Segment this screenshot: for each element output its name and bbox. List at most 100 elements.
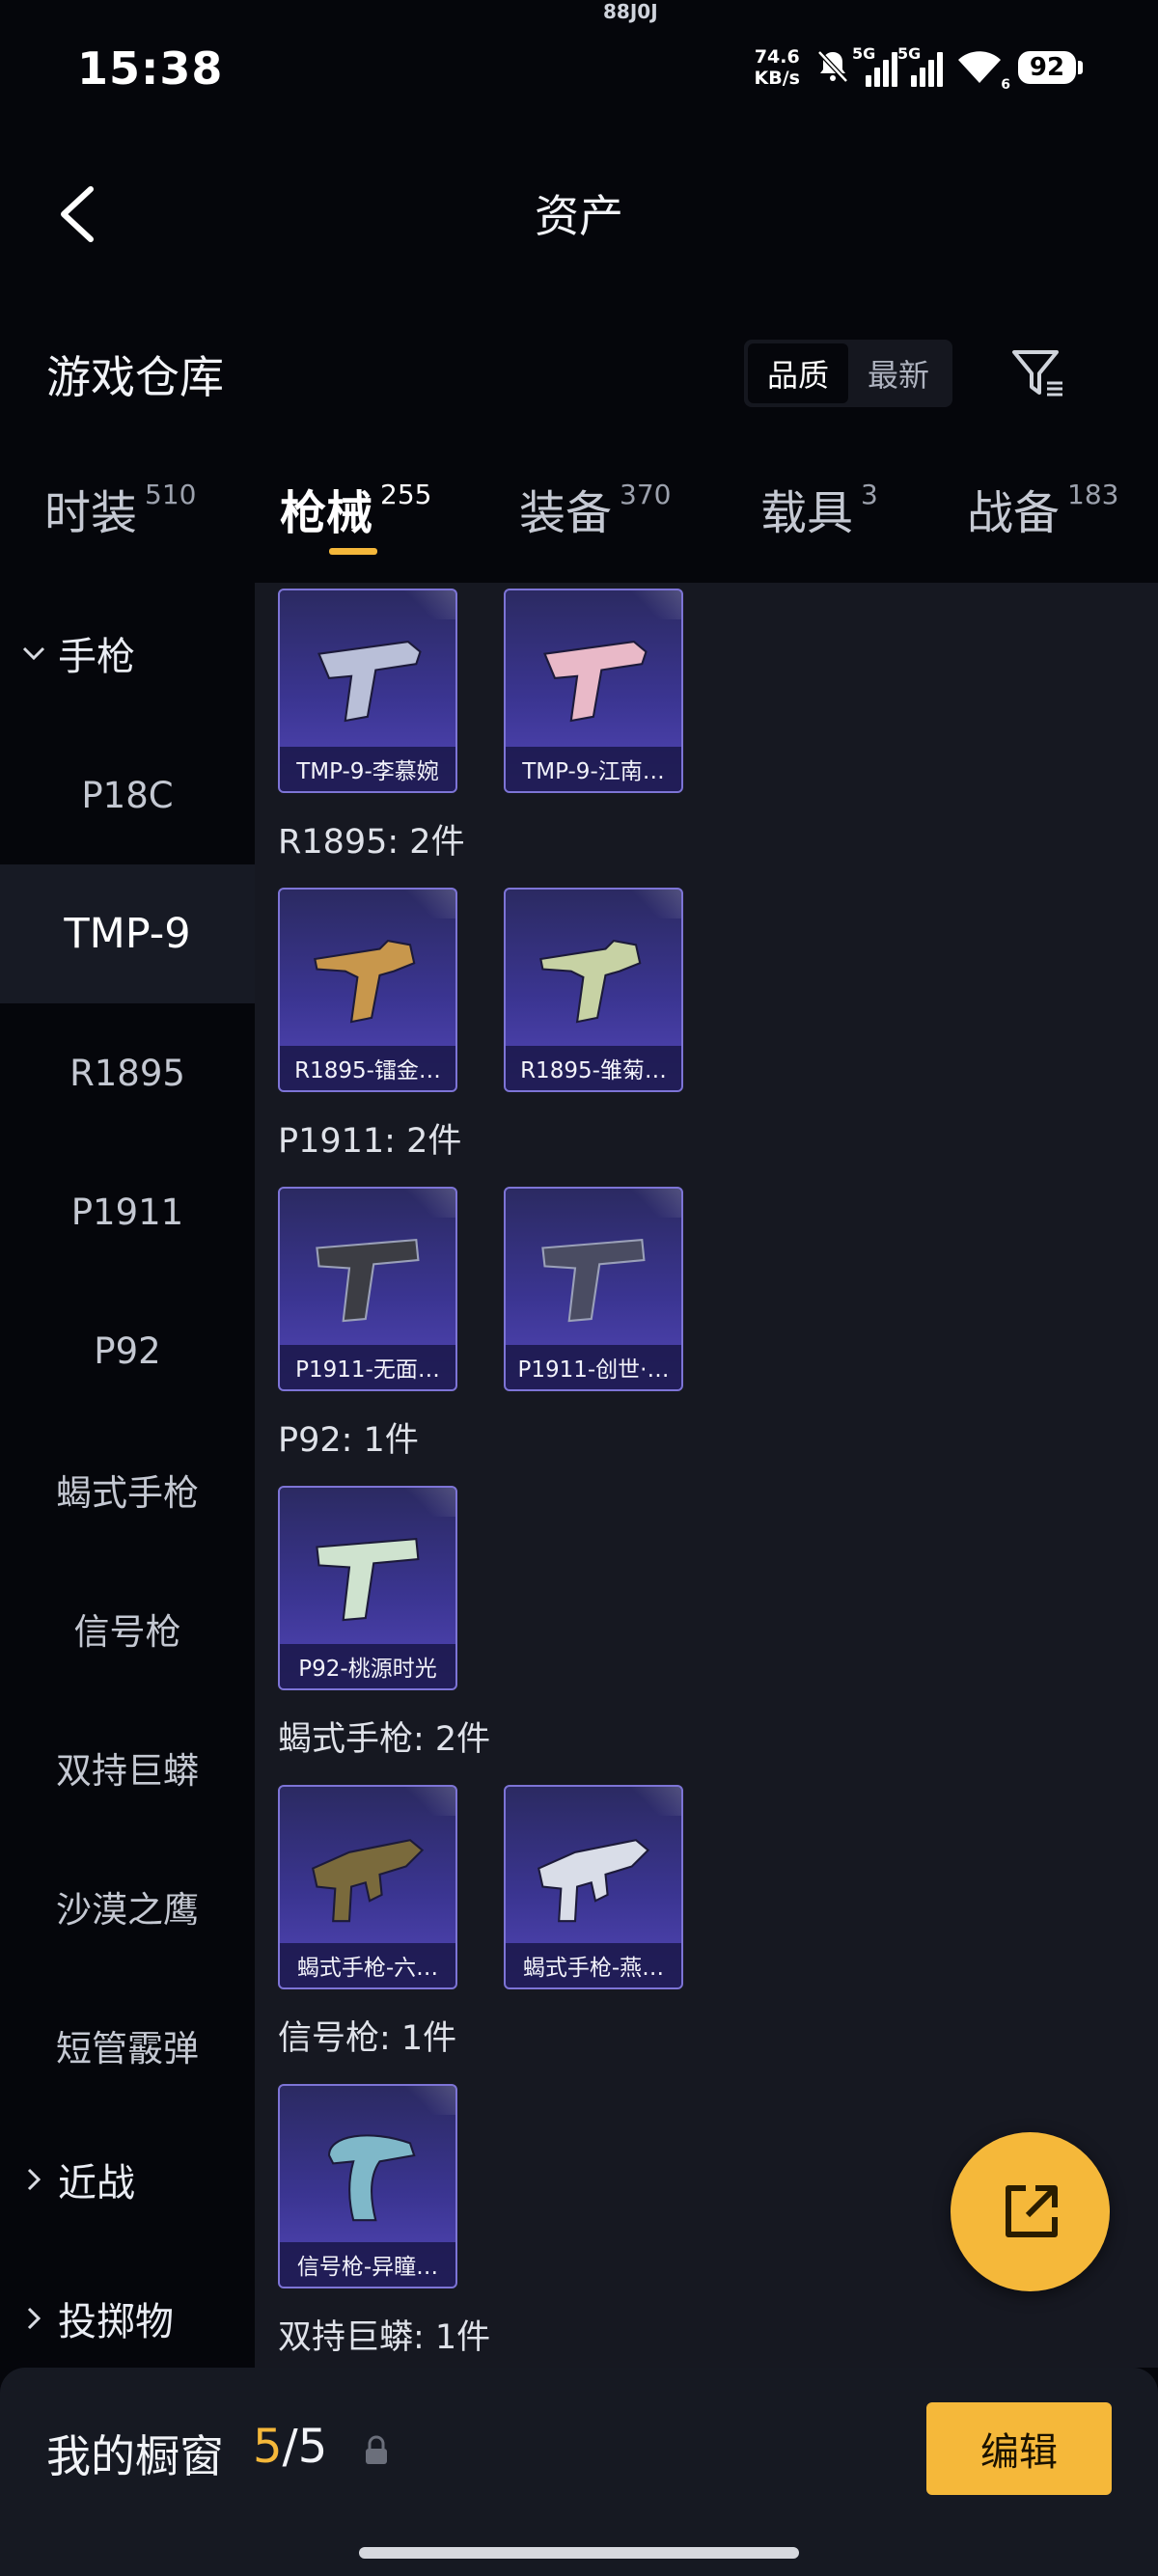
tab-label: 载具	[760, 486, 854, 540]
tab-count: 183	[1067, 479, 1119, 510]
sidebar-item-p1911[interactable]: P1911	[0, 1142, 255, 1281]
sidebar-item-sawed-off[interactable]: 短管霰弹	[0, 1976, 255, 2115]
item-name: TMP-9-江南…	[522, 759, 665, 784]
chevron-down-icon	[19, 639, 48, 668]
sort-quality-option[interactable]: 品质	[748, 343, 848, 403]
sidebar-item-p92[interactable]: P92	[0, 1281, 255, 1420]
sidebar-group-melee[interactable]: 近战	[0, 2126, 255, 2233]
tab-label: 装备	[519, 486, 613, 540]
item-card[interactable]: 信号枪-异瞳…	[278, 2084, 457, 2288]
category-tabs: 时装 510 枪械 255 装备 370 载具 3 战备 183	[0, 463, 1158, 569]
filter-button[interactable]	[1004, 340, 1071, 407]
item-card[interactable]: TMP-9-李慕婉	[278, 589, 457, 793]
item-name: R1895-镭金…	[294, 1058, 441, 1083]
pistol-icon	[316, 1537, 420, 1622]
showcase-separator: /	[282, 2420, 298, 2474]
sidebar-group-pistol[interactable]: 手枪	[0, 600, 255, 706]
item-card[interactable]: P1911-创世·…	[504, 1187, 683, 1391]
warehouse-title: 游戏仓库	[46, 351, 224, 403]
item-card[interactable]: 蝎式手枪-六…	[278, 1785, 457, 1989]
item-card[interactable]: P1911-无面…	[278, 1187, 457, 1391]
flare-gun-icon	[327, 2134, 416, 2222]
tab-firearms[interactable]: 枪械 255	[280, 475, 431, 542]
showcase-count: 5/5	[253, 2420, 327, 2474]
filter-icon	[1012, 350, 1062, 397]
status-bar: 88J0J 15:38 74.6 KB/s 5G 5G 6 92	[0, 0, 1158, 135]
tab-vehicles[interactable]: 载具 3	[760, 475, 878, 542]
revolver-icon	[314, 939, 416, 1024]
lock-icon	[366, 2435, 387, 2464]
showcase-bar: 我的橱窗 5/5 编辑	[0, 2368, 1158, 2576]
tab-fashion[interactable]: 时装 510	[44, 475, 196, 542]
page-header: 资产	[0, 154, 1158, 270]
item-name: 信号枪-异瞳…	[296, 2255, 439, 2280]
item-card[interactable]: TMP-9-江南…	[504, 589, 683, 793]
share-external-icon	[1005, 2184, 1058, 2237]
battery-level: 92	[1018, 51, 1076, 84]
sidebar-group-label: 近战	[58, 2161, 135, 2206]
item-card[interactable]: 蝎式手枪-燕…	[504, 1785, 683, 1989]
notch-text: 88J0J	[603, 0, 658, 23]
page-title: 资产	[535, 190, 623, 242]
item-name: TMP-9-李慕婉	[296, 759, 439, 784]
sidebar-item-desert-eagle[interactable]: 沙漠之鹰	[0, 1837, 255, 1976]
item-name: R1895-雏菊…	[520, 1058, 667, 1083]
network-speed-value: 74.6	[754, 46, 800, 68]
section-label-p92: P92: 1件	[278, 1421, 419, 1460]
wifi-icon: 6	[956, 48, 1010, 93]
wifi-suffix: 6	[1001, 77, 1010, 93]
item-card[interactable]: R1895-镭金…	[278, 888, 457, 1092]
weapon-sidebar: 手枪 P18C TMP-9 R1895 P1911 P92 蝎式手枪 信号枪 双…	[0, 583, 255, 2368]
chevron-right-icon	[19, 2165, 48, 2194]
sidebar-item-dual-python[interactable]: 双持巨蟒	[0, 1698, 255, 1837]
section-label-p1911: P1911: 2件	[278, 1122, 462, 1161]
tab-count: 370	[620, 479, 672, 510]
status-icons: 74.6 KB/s 5G 5G 6 92	[755, 39, 1083, 96]
section-label-scorpion: 蝎式手枪: 2件	[278, 1720, 491, 1759]
sim2-type: 5G	[897, 44, 922, 63]
section-label-flare-gun: 信号枪: 1件	[278, 2019, 457, 2058]
item-grid: TMP-9-李慕婉 TMP-9-江南… R1895: 2件 R1895-镭金… …	[255, 583, 1158, 2368]
showcase-total: 5	[297, 2420, 328, 2474]
item-name: P1911-无面…	[295, 1357, 440, 1383]
showcase-label: 我的橱窗	[46, 2430, 224, 2482]
mute-bell-icon	[813, 46, 852, 89]
pistol-icon	[316, 1238, 420, 1323]
item-name: 蝎式手枪-六…	[296, 1956, 439, 1981]
sidebar-item-tmp9[interactable]: TMP-9	[0, 864, 255, 1003]
section-label-dual-python: 双持巨蟒: 1件	[278, 2318, 491, 2357]
sidebar-item-flare-gun[interactable]: 信号枪	[0, 1559, 255, 1698]
sim1-type: 5G	[852, 44, 876, 63]
item-name: P92-桃源时光	[298, 1657, 437, 1682]
chevron-right-icon	[19, 2304, 48, 2333]
sidebar-item-scorpion[interactable]: 蝎式手枪	[0, 1420, 255, 1559]
sidebar-group-label: 投掷物	[58, 2300, 174, 2344]
sort-toggle: 品质 最新	[744, 340, 952, 407]
tab-count: 3	[861, 479, 878, 510]
sidebar-item-p18c[interactable]: P18C	[0, 726, 255, 864]
status-time: 15:38	[77, 42, 224, 95]
sidebar-item-r1895[interactable]: R1895	[0, 1003, 255, 1142]
smg-icon	[537, 1839, 650, 1923]
tab-label: 枪械	[280, 486, 373, 540]
revolver-icon	[539, 939, 642, 1024]
share-button[interactable]	[951, 2132, 1110, 2291]
sort-newest-option[interactable]: 最新	[848, 343, 949, 403]
tab-supplies[interactable]: 战备 183	[967, 475, 1118, 542]
active-tab-indicator	[329, 548, 377, 555]
item-name: P1911-创世·…	[517, 1357, 670, 1383]
tab-equipment[interactable]: 装备 370	[519, 475, 671, 542]
showcase-current: 5	[253, 2420, 283, 2474]
home-indicator[interactable]	[359, 2547, 799, 2559]
item-card[interactable]: P92-桃源时光	[278, 1486, 457, 1690]
item-card[interactable]: R1895-雏菊…	[504, 888, 683, 1092]
tab-label: 战备	[967, 486, 1061, 540]
network-speed-unit: KB/s	[754, 68, 800, 89]
edit-button[interactable]: 编辑	[926, 2402, 1112, 2495]
section-label-r1895: R1895: 2件	[278, 823, 465, 862]
smg-icon	[311, 1839, 425, 1923]
tab-count: 510	[145, 479, 197, 510]
sidebar-group-throwables[interactable]: 投掷物	[0, 2265, 255, 2371]
signal-sim2-icon: 5G	[897, 44, 943, 87]
signal-sim1-icon: 5G	[852, 44, 897, 87]
